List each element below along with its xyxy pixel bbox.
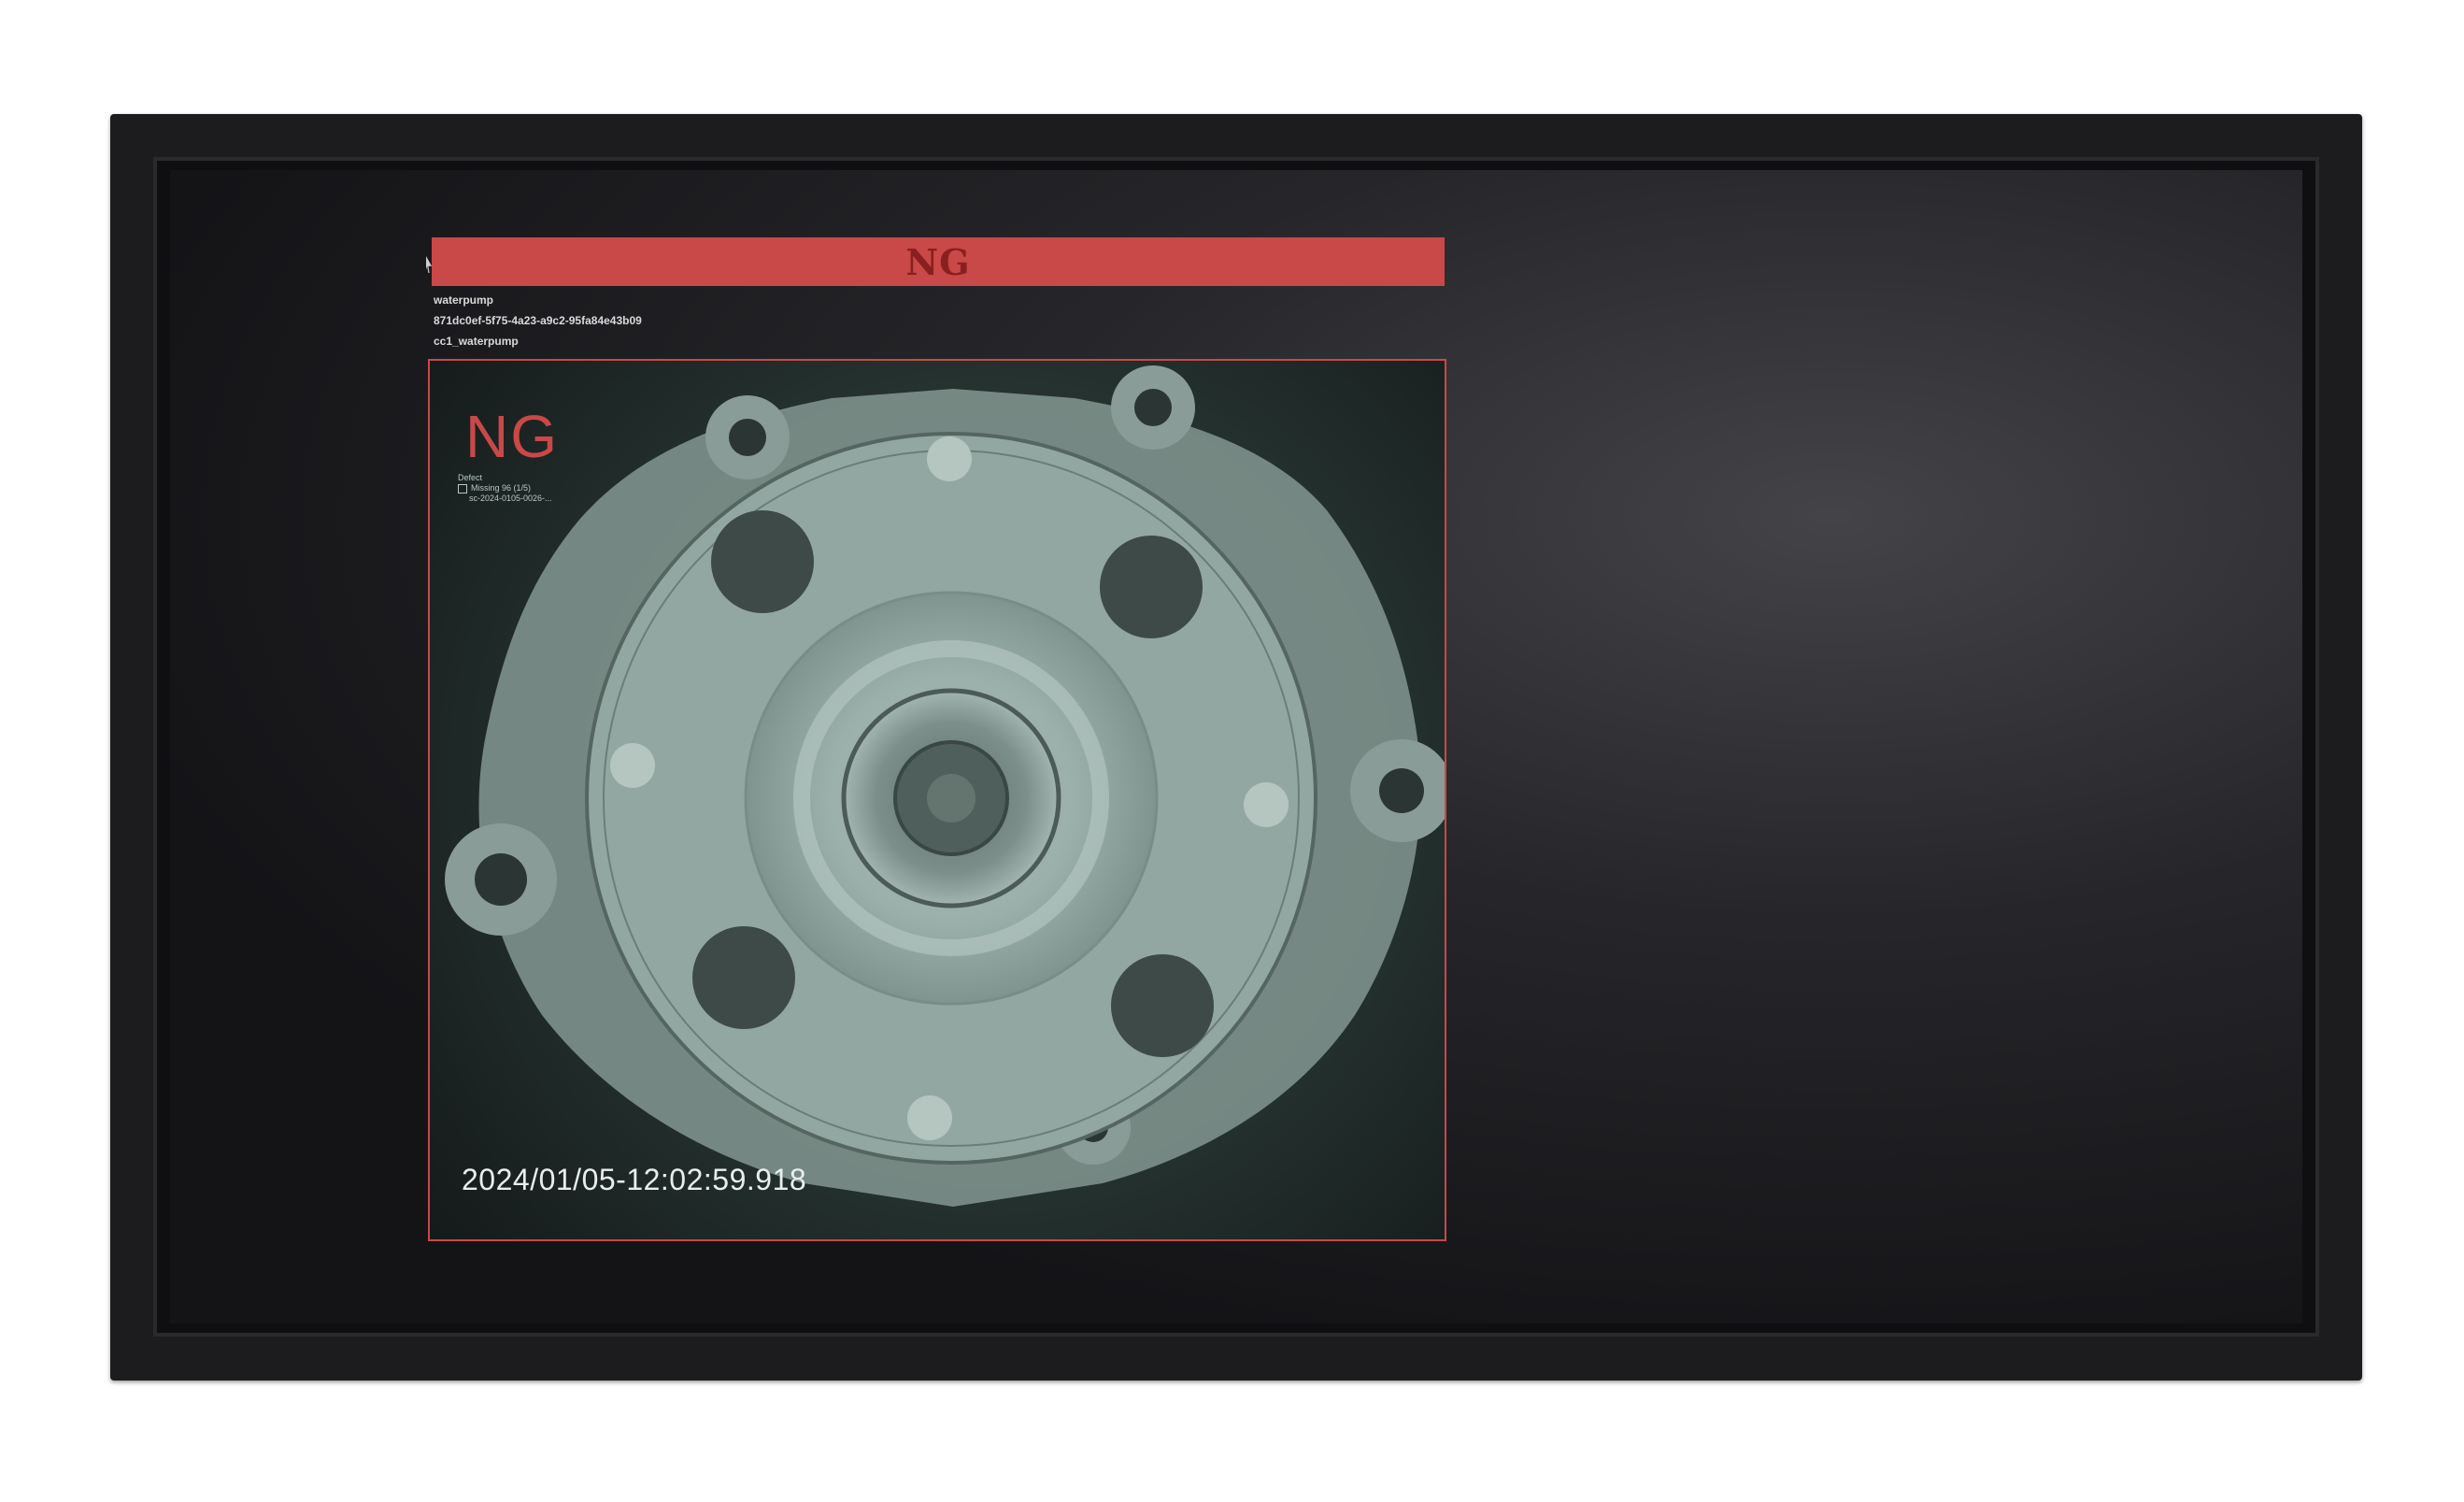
part-name: waterpump	[434, 293, 494, 307]
bolt-hole	[711, 510, 814, 613]
bolt-hole	[692, 926, 795, 1029]
result-banner-label: NG	[905, 240, 971, 283]
legend-line-2: sc-2024-0105-0026-...	[469, 494, 552, 503]
legend-row: Missing 96 (1/5)	[458, 483, 552, 494]
mount-ear-hole	[729, 419, 766, 456]
shaft-center	[927, 774, 976, 823]
inspection-image[interactable]: NG Defect Missing 96 (1/5) sc-2024-0105-…	[428, 359, 1446, 1241]
result-banner: NG	[432, 237, 1445, 286]
photo-background: NG waterpump 871dc0ef-5f75-4a23-a9c2-95f…	[0, 0, 2464, 1502]
monitor: NG waterpump 871dc0ef-5f75-4a23-a9c2-95f…	[110, 114, 2362, 1380]
mount-ear-hole	[1134, 389, 1172, 426]
screen: NG waterpump 871dc0ef-5f75-4a23-a9c2-95f…	[170, 170, 2302, 1323]
pin	[610, 743, 655, 788]
pin	[1244, 782, 1289, 827]
pin	[927, 436, 972, 481]
bolt-hole	[1111, 954, 1214, 1057]
record-id: 871dc0ef-5f75-4a23-a9c2-95fa84e43b09	[434, 314, 642, 327]
legend-title: Defect	[458, 473, 483, 482]
legend-line-1: Missing 96 (1/5)	[471, 483, 532, 493]
model-name: cc1_waterpump	[434, 335, 519, 348]
monitor-bezel: NG waterpump 871dc0ef-5f75-4a23-a9c2-95f…	[153, 157, 2319, 1337]
capture-timestamp: 2024/01/05-12:02:59.918	[462, 1163, 807, 1196]
mount-ear-hole	[475, 853, 527, 906]
pin	[907, 1095, 952, 1140]
overlay-result: NG	[465, 403, 559, 470]
overlay-legend: Defect Missing 96 (1/5) sc-2024-0105-002…	[458, 473, 552, 504]
checkbox-icon	[458, 483, 467, 494]
bolt-hole	[1100, 536, 1203, 638]
mount-ear-hole	[1379, 768, 1424, 813]
water-pump-image	[445, 365, 1445, 1207]
